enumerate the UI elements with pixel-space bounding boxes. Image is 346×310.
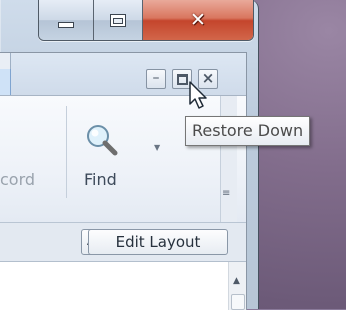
- magnifier-icon: [87, 125, 118, 156]
- vertical-scrollbar[interactable]: ▲: [228, 262, 246, 310]
- scroll-thumb[interactable]: [231, 294, 245, 310]
- document-content: ▲: [0, 262, 246, 310]
- document-minimize-button[interactable]: –: [146, 69, 166, 89]
- outer-minimize-button[interactable]: [39, 0, 94, 40]
- view-toolbar: Aa Edit Layout: [0, 223, 246, 262]
- ribbon-scroll-strip: [220, 96, 237, 222]
- outer-maximize-button[interactable]: [94, 0, 143, 40]
- minimize-icon: –: [152, 70, 160, 86]
- find-label: Find: [84, 170, 117, 189]
- outer-window-frame: ✕ – × cord ▼ Find ≡ Edit Layout ▲: [0, 0, 259, 310]
- find-dropdown-arrow-icon[interactable]: ▼: [154, 143, 160, 152]
- mouse-pointer-icon: [189, 81, 207, 109]
- edit-layout-button[interactable]: Edit Layout: [88, 229, 228, 255]
- maximize-icon: [110, 13, 126, 27]
- active-tab-edge[interactable]: [0, 69, 11, 95]
- find-button[interactable]: ▼ Find: [78, 113, 160, 203]
- outer-close-button[interactable]: ✕: [143, 0, 253, 40]
- ribbon-separator: [66, 106, 67, 198]
- restore-down-tooltip: Restore Down: [185, 116, 311, 146]
- scroll-up-arrow-icon[interactable]: ▲: [233, 276, 240, 286]
- ribbon-more-icon[interactable]: ≡: [222, 188, 230, 199]
- partial-ribbon-label[interactable]: cord: [0, 170, 35, 189]
- minimize-icon: [58, 22, 74, 28]
- outer-caption-buttons: ✕: [38, 0, 254, 41]
- close-icon: ✕: [190, 8, 206, 31]
